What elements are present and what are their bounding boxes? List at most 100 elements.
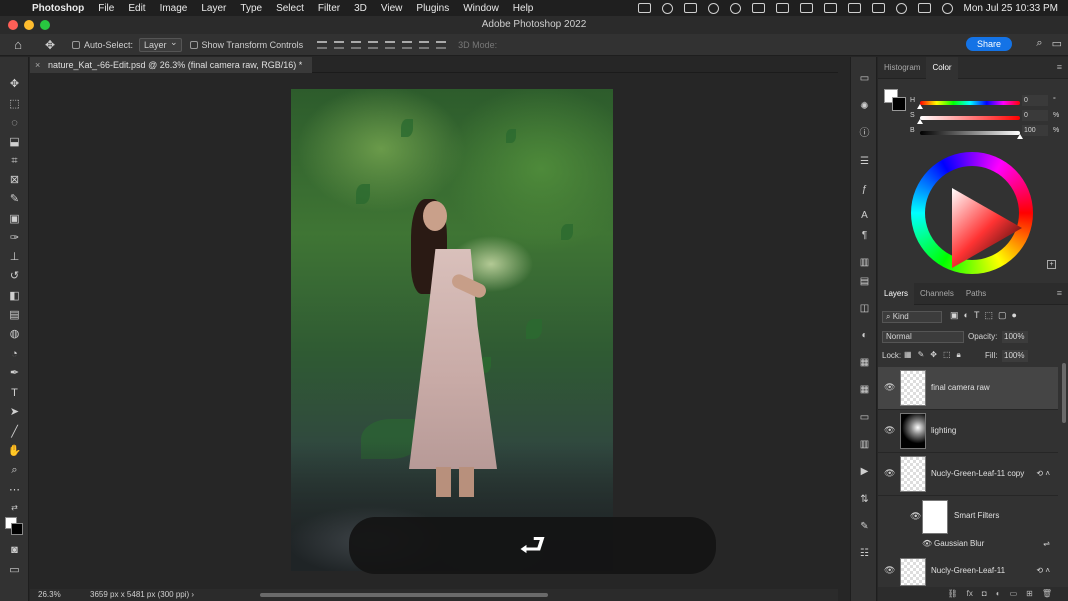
adjustments-icon[interactable]: ☰ xyxy=(858,155,871,168)
auto-select-checkbox[interactable] xyxy=(72,40,80,49)
clock[interactable]: Mon Jul 25 10:33 PM xyxy=(964,3,1059,14)
new-layer-icon[interactable]: ⊞ xyxy=(1026,587,1033,601)
screen-record-icon[interactable] xyxy=(637,3,651,13)
delete-layer-icon[interactable]: 🗑︎ xyxy=(1042,587,1052,601)
filter-mask-thumbnail[interactable] xyxy=(922,500,948,534)
home-icon[interactable]: ⌂ xyxy=(0,37,36,52)
adjustment-filter-icon[interactable]: ◐ xyxy=(964,310,969,321)
patterns-icon[interactable]: ▦ xyxy=(858,356,871,369)
menu-layer[interactable]: Layer xyxy=(201,3,226,14)
layers-scrollbar[interactable] xyxy=(1062,363,1066,423)
filter-toggle-icon[interactable]: ● xyxy=(1011,310,1016,321)
actions-icon[interactable]: ▶ xyxy=(858,465,871,478)
bluetooth-icon[interactable] xyxy=(823,3,837,13)
hue-slider-thumb[interactable] xyxy=(917,104,923,109)
control-center-icon[interactable] xyxy=(917,3,931,13)
siri-icon[interactable] xyxy=(941,2,953,14)
blend-mode-dropdown[interactable]: Normal xyxy=(882,331,964,343)
pen-tool-icon[interactable]: ✒ xyxy=(7,366,22,381)
layer-row-leaf[interactable]: 👁︎ Nucly-Green-Leaf-11 ⟲ ˄ xyxy=(878,555,1058,587)
smart-object-filter-icon[interactable]: ▢ xyxy=(998,310,1007,321)
quick-mask-icon[interactable]: ◙ xyxy=(7,543,22,558)
saturation-slider-thumb[interactable] xyxy=(917,119,923,124)
menu-3d[interactable]: 3D xyxy=(354,3,367,14)
blur-tool-icon[interactable]: ◍ xyxy=(7,327,22,342)
app-grid-icon[interactable] xyxy=(799,3,813,13)
eye-icon[interactable]: 👁︎ xyxy=(884,565,895,576)
comments-icon[interactable]: ▭ xyxy=(858,72,871,85)
move-tool-icon[interactable]: ✥ xyxy=(7,77,22,92)
styles-icon[interactable]: ƒ xyxy=(858,183,871,196)
layer-row-leaf-copy[interactable]: 👁︎ Nucly-Green-Leaf-11 copy ⟲ ˄ xyxy=(878,453,1058,496)
app-name-menu[interactable]: Photoshop xyxy=(32,3,84,14)
brush-settings-icon[interactable]: ✺ xyxy=(858,100,871,113)
airplay-icon[interactable] xyxy=(751,3,765,13)
color-wheel[interactable] xyxy=(911,152,1033,274)
menu-help[interactable]: Help xyxy=(513,3,534,14)
marquee-tool-icon[interactable]: ⬚ xyxy=(7,97,22,112)
smart-object-badge-icon[interactable]: ⟲ ˄ xyxy=(1036,566,1050,575)
zoom-window-button[interactable] xyxy=(40,20,50,30)
frame-tool-icon[interactable]: ⊠ xyxy=(7,173,22,188)
expand-color-icon[interactable]: + xyxy=(1047,260,1056,269)
layer-comps-icon[interactable]: ☷ xyxy=(858,547,871,560)
hue-slider-track[interactable] xyxy=(920,101,1020,105)
eye-icon[interactable]: 👁︎ xyxy=(884,425,895,436)
pixel-filter-icon[interactable]: ▣ xyxy=(950,310,959,321)
wifi-icon[interactable] xyxy=(847,3,861,13)
document-tab[interactable]: × nature_Kat_-66-Edit.psd @ 26.3% (final… xyxy=(30,57,313,73)
smart-filters-row[interactable]: 👁︎ Smart Filters xyxy=(878,497,1058,537)
align-middle-icon[interactable] xyxy=(402,40,413,49)
libraries-icon[interactable]: ▥ xyxy=(858,256,871,269)
layer-row-lighting[interactable]: 👁︎ lighting xyxy=(878,410,1058,453)
tab-paths[interactable]: Paths xyxy=(960,283,992,305)
menu-filter[interactable]: Filter xyxy=(318,3,340,14)
transform-controls-checkbox[interactable] xyxy=(189,40,198,49)
object-selection-tool-icon[interactable]: ⬓ xyxy=(7,135,22,150)
kind-filter-dropdown[interactable]: ⌕ Kind xyxy=(882,311,942,323)
notes-icon[interactable]: ▤ xyxy=(858,275,871,288)
opacity-field[interactable]: 100% xyxy=(1002,331,1028,343)
workspace-icon[interactable]: ▭ xyxy=(1052,37,1062,50)
lock-artboard-icon[interactable]: ⬚ xyxy=(943,350,951,360)
healing-brush-tool-icon[interactable]: ▣ xyxy=(7,212,22,227)
document-canvas-image[interactable] xyxy=(291,89,613,571)
properties-icon[interactable]: ◫ xyxy=(858,302,871,315)
lock-all-icon[interactable]: 🔒︎ xyxy=(957,350,961,360)
eye-icon[interactable]: 👁︎ xyxy=(884,382,895,393)
gradient-tool-icon[interactable]: ▤ xyxy=(7,308,22,323)
hand-tool-icon[interactable]: ✋ xyxy=(7,444,22,459)
minimize-window-button[interactable] xyxy=(24,20,34,30)
type-tool-icon[interactable]: T xyxy=(7,386,22,401)
screen-mode-icon[interactable]: ▭ xyxy=(7,563,22,578)
swap-colors-icon[interactable]: ⇄ xyxy=(7,500,22,515)
eye-icon[interactable]: 👁︎ xyxy=(910,511,921,522)
tab-histogram[interactable]: Histogram xyxy=(878,57,926,79)
saturation-slider-track[interactable] xyxy=(920,116,1020,120)
menu-type[interactable]: Type xyxy=(240,3,262,14)
new-group-icon[interactable]: ▭ xyxy=(1010,587,1018,601)
color-triangle-picker[interactable] xyxy=(952,188,1022,268)
history-brush-tool-icon[interactable]: ↺ xyxy=(7,269,22,284)
saturation-value-field[interactable]: 0 xyxy=(1022,110,1048,121)
eye-icon[interactable]: 👁︎ xyxy=(884,468,895,479)
creative-cloud-icon[interactable] xyxy=(661,2,673,14)
globe-icon[interactable] xyxy=(707,2,719,14)
eyedropper-tool-icon[interactable]: ✎ xyxy=(7,192,22,207)
timeline-icon[interactable]: ▥ xyxy=(858,438,871,451)
dodge-tool-icon[interactable]: ◔ xyxy=(7,347,22,362)
search-icon[interactable]: ⌕ xyxy=(1036,37,1042,50)
more-options-icon[interactable] xyxy=(436,40,447,49)
lock-position-icon[interactable]: ✥ xyxy=(930,350,937,360)
battery-icon[interactable] xyxy=(871,3,885,13)
sync-icon[interactable] xyxy=(729,2,741,14)
close-tab-icon[interactable]: × xyxy=(35,57,40,73)
adjustment-layer-icon[interactable]: ◐ xyxy=(996,587,1001,601)
more-tools-icon[interactable]: ⋯ xyxy=(7,483,22,498)
crop-tool-icon[interactable]: ⌗ xyxy=(7,154,22,169)
menu-file[interactable]: File xyxy=(98,3,114,14)
layer-row-final-camera-raw[interactable]: 👁︎ final camera raw xyxy=(878,367,1058,410)
brightness-slider-track[interactable] xyxy=(920,131,1020,135)
distribute-icon[interactable] xyxy=(368,40,379,49)
eraser-tool-icon[interactable]: ◧ xyxy=(7,289,22,304)
